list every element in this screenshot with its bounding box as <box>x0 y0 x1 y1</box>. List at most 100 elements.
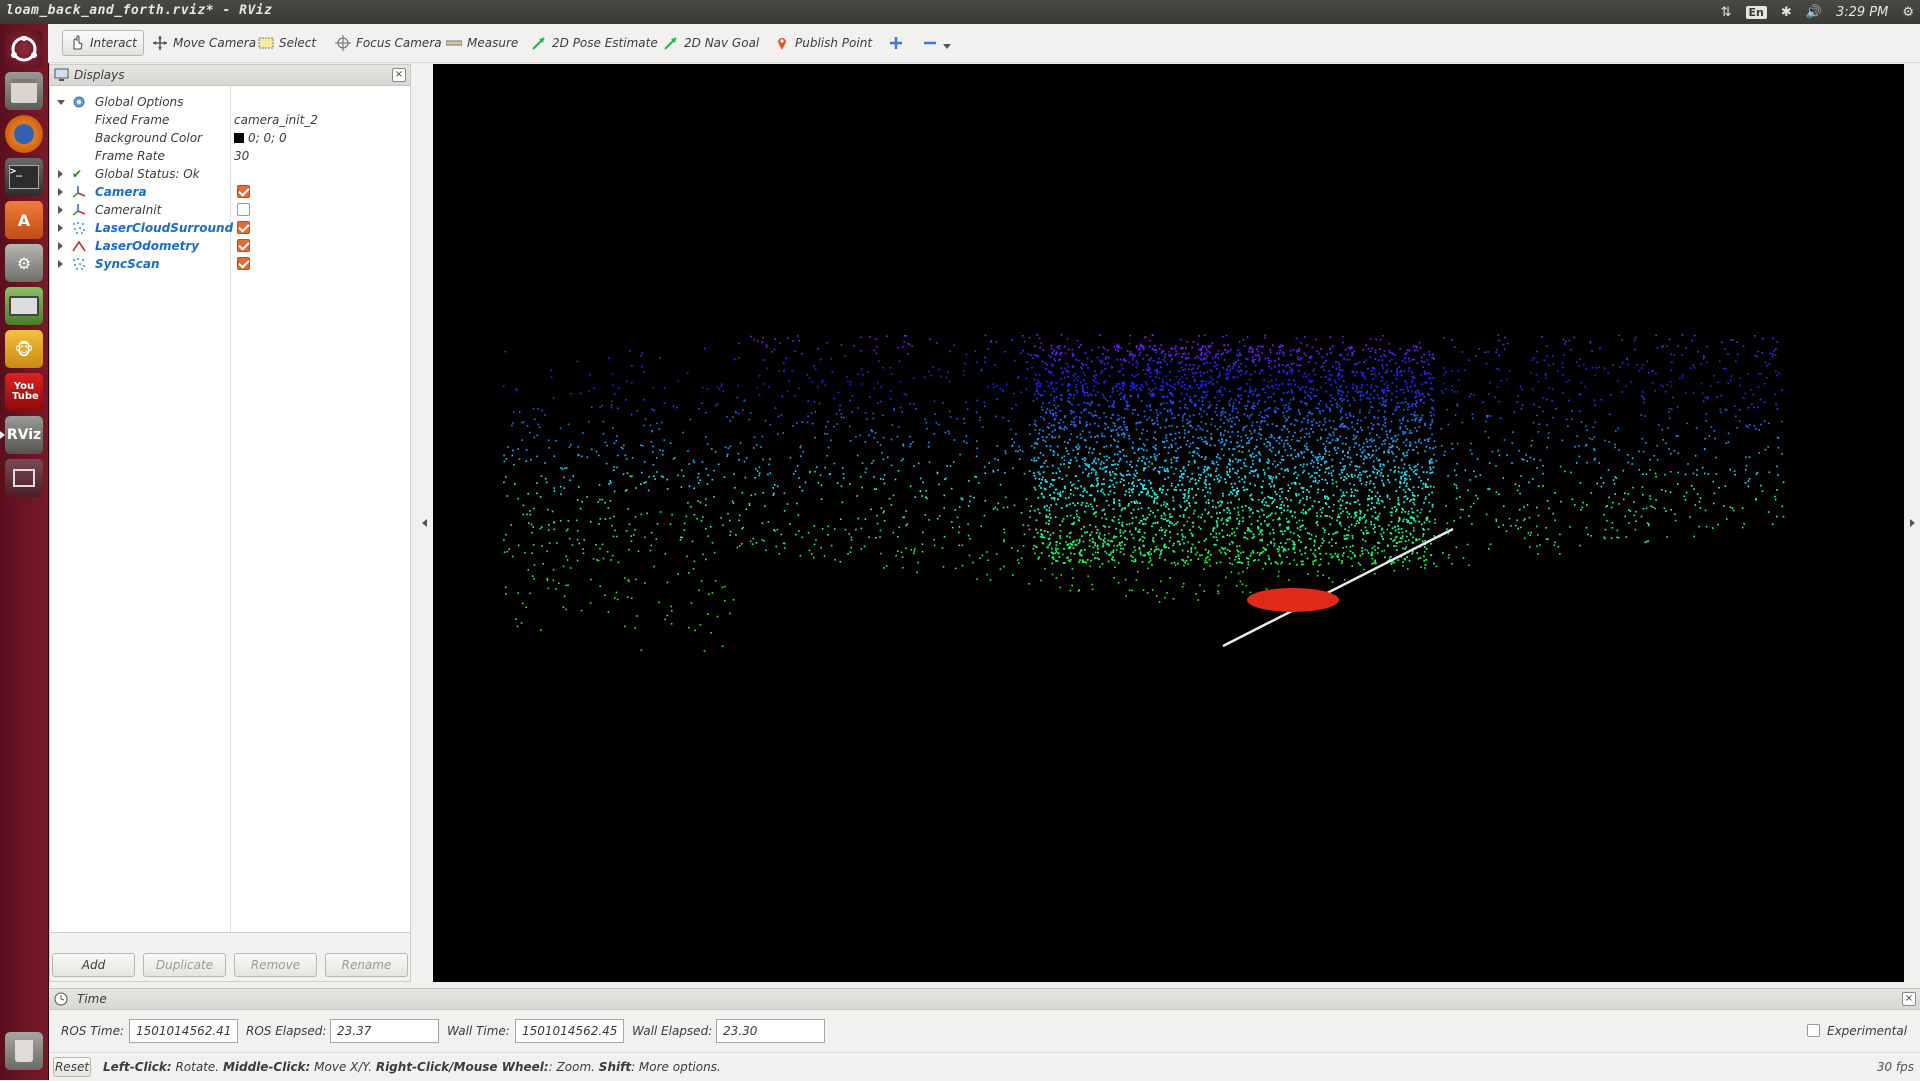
laser-odometry-markers <box>1247 588 1339 612</box>
minus-icon <box>922 35 938 51</box>
hint-zoom: : Zoom. <box>548 1060 599 1074</box>
ros-elapsed-label: ROS Elapsed: <box>246 1024 327 1038</box>
tree-row-background-color[interactable]: Background Color 0; 0; 0 <box>50 130 410 148</box>
experimental-checkbox[interactable] <box>1807 1024 1820 1037</box>
duplicate-display-button[interactable]: Duplicate <box>143 953 226 977</box>
rviz-toolbar: Interact Move Camera Select Focus Camera… <box>48 24 1920 63</box>
ubuntu-logo-icon[interactable] <box>5 30 43 68</box>
focus-camera-tool-button[interactable]: Focus Camera <box>329 30 448 56</box>
expand-arrow-icon[interactable] <box>58 242 63 250</box>
2d-nav-goal-tool-button[interactable]: 2D Nav Goal <box>657 30 765 56</box>
wall-time-label: Wall Time: <box>447 1024 510 1038</box>
monkey-app-icon[interactable]: 🐵 <box>5 330 43 368</box>
terminal-icon[interactable]: >_ <box>5 158 43 196</box>
add-tool-button[interactable] <box>882 30 910 56</box>
odometry-arrow-icon <box>72 239 86 253</box>
expand-arrow-icon[interactable] <box>58 260 63 268</box>
hint-move: Move X/Y. <box>310 1060 376 1074</box>
time-title: Time <box>77 992 107 1006</box>
close-icon[interactable]: × <box>1902 992 1916 1006</box>
tree-row-syncscan[interactable]: SyncScan <box>50 256 410 274</box>
tree-row-laserodometry[interactable]: LaserOdometry <box>50 238 410 256</box>
hint-shift: Shift <box>598 1060 632 1074</box>
reset-button[interactable]: Reset <box>53 1057 91 1077</box>
experimental-label: Experimental <box>1827 1024 1908 1038</box>
bluetooth-icon[interactable]: ✱ <box>1781 5 1792 20</box>
display-label-syncscan: SyncScan <box>95 257 160 271</box>
ruler-icon <box>445 35 463 51</box>
checkbox-camera[interactable] <box>237 185 250 198</box>
color-swatch <box>234 133 244 143</box>
remote-desktop-icon[interactable] <box>5 287 43 325</box>
gear-icon <box>72 95 86 109</box>
keyboard-language-indicator[interactable]: En <box>1745 5 1767 19</box>
collapse-left-panel-icon[interactable] <box>422 519 427 527</box>
select-label: Select <box>279 36 317 50</box>
move-camera-tool-button[interactable]: Move Camera <box>146 30 262 56</box>
window-title: loam_back_and_forth.rviz* - RViz <box>6 3 273 18</box>
software-center-icon[interactable]: A <box>5 201 43 239</box>
interact-tool-button[interactable]: Interact <box>62 30 144 56</box>
network-icon[interactable]: ⇅ <box>1721 5 1732 20</box>
3d-render-view[interactable] <box>433 64 1904 982</box>
displays-title: Displays <box>74 68 125 82</box>
tree-row-global-options[interactable]: Global Options <box>50 94 410 112</box>
publish-point-label: Publish Point <box>795 36 873 50</box>
ros-elapsed-field[interactable]: 23.37 <box>330 1019 439 1043</box>
tree-row-lasercloudsurround[interactable]: LaserCloudSurround <box>50 220 410 238</box>
checkbox-syncscan[interactable] <box>237 257 250 270</box>
hand-pointer-icon <box>69 35 85 51</box>
displays-panel: Displays × Global Options Fixed Frame ca… <box>49 64 411 982</box>
firefox-icon[interactable] <box>5 115 43 153</box>
move-arrows-icon <box>152 35 168 51</box>
collapse-right-panel-icon[interactable] <box>1910 519 1915 527</box>
system-settings-icon[interactable]: ⚙ <box>5 244 43 282</box>
display-label-lasercloudsurround: LaserCloudSurround <box>95 221 234 235</box>
rename-display-button[interactable]: Rename <box>325 953 408 977</box>
tree-row-global-status[interactable]: ✔ Global Status: Ok <box>50 166 410 184</box>
displays-tree[interactable]: Global Options Fixed Frame camera_init_2… <box>50 86 410 933</box>
ros-time-label: ROS Time: <box>61 1024 124 1038</box>
tree-row-fixed-frame[interactable]: Fixed Frame camera_init_2 <box>50 112 410 130</box>
wall-time-field[interactable]: 1501014562.45 <box>515 1019 624 1043</box>
close-icon[interactable]: × <box>392 68 406 82</box>
mouse-hint: Left-Click: Rotate. Middle-Click: Move X… <box>103 1060 721 1074</box>
expand-arrow-icon[interactable] <box>58 206 63 214</box>
tree-row-frame-rate[interactable]: Frame Rate 30 <box>50 148 410 166</box>
checkbox-camerainit[interactable] <box>237 203 250 216</box>
youtube-label: You Tube <box>12 381 39 402</box>
measure-label: Measure <box>467 36 519 50</box>
expand-arrow-icon[interactable] <box>58 188 63 196</box>
frame-rate-value[interactable]: 30 <box>234 149 249 163</box>
background-color-value-cell[interactable]: 0; 0; 0 <box>234 131 287 145</box>
expand-arrow-icon[interactable] <box>57 100 65 105</box>
rviz-launcher-icon[interactable]: RViz <box>0 416 43 454</box>
checkbox-laserodometry[interactable] <box>237 239 250 252</box>
background-color-value: 0; 0; 0 <box>248 131 287 145</box>
wall-elapsed-label: Wall Elapsed: <box>632 1024 713 1038</box>
tree-row-camera[interactable]: Camera <box>50 184 410 202</box>
2d-pose-estimate-tool-button[interactable]: 2D Pose Estimate <box>525 30 664 56</box>
checkbox-lasercloudsurround[interactable] <box>237 221 250 234</box>
clock[interactable]: 3:29 PM <box>1836 5 1888 20</box>
ros-time-field[interactable]: 1501014562.41 <box>129 1019 238 1043</box>
select-tool-button[interactable]: Select <box>252 30 322 56</box>
remove-tool-dropdown[interactable] <box>916 30 957 56</box>
tree-row-camerainit[interactable]: CameraInit <box>50 202 410 220</box>
youtube-icon[interactable]: You Tube <box>5 373 43 411</box>
trash-icon[interactable] <box>5 1032 43 1070</box>
settings-gear-icon[interactable]: ⚙ <box>1902 5 1914 20</box>
files-icon[interactable] <box>5 72 43 110</box>
volume-icon[interactable]: 🔊 <box>1806 5 1822 20</box>
workspace-switcher-icon[interactable] <box>5 459 43 497</box>
wall-elapsed-field[interactable]: 23.30 <box>716 1019 825 1043</box>
expand-arrow-icon[interactable] <box>58 170 63 178</box>
add-display-button[interactable]: Add <box>52 953 135 977</box>
measure-tool-button[interactable]: Measure <box>440 30 524 56</box>
remove-display-button[interactable]: Remove <box>234 953 317 977</box>
publish-point-tool-button[interactable]: Publish Point <box>768 30 878 56</box>
fixed-frame-value[interactable]: camera_init_2 <box>234 113 318 127</box>
hint-middle-click: Middle-Click: <box>222 1060 311 1074</box>
expand-arrow-icon[interactable] <box>58 224 63 232</box>
frame-rate-label: Frame Rate <box>95 149 165 163</box>
